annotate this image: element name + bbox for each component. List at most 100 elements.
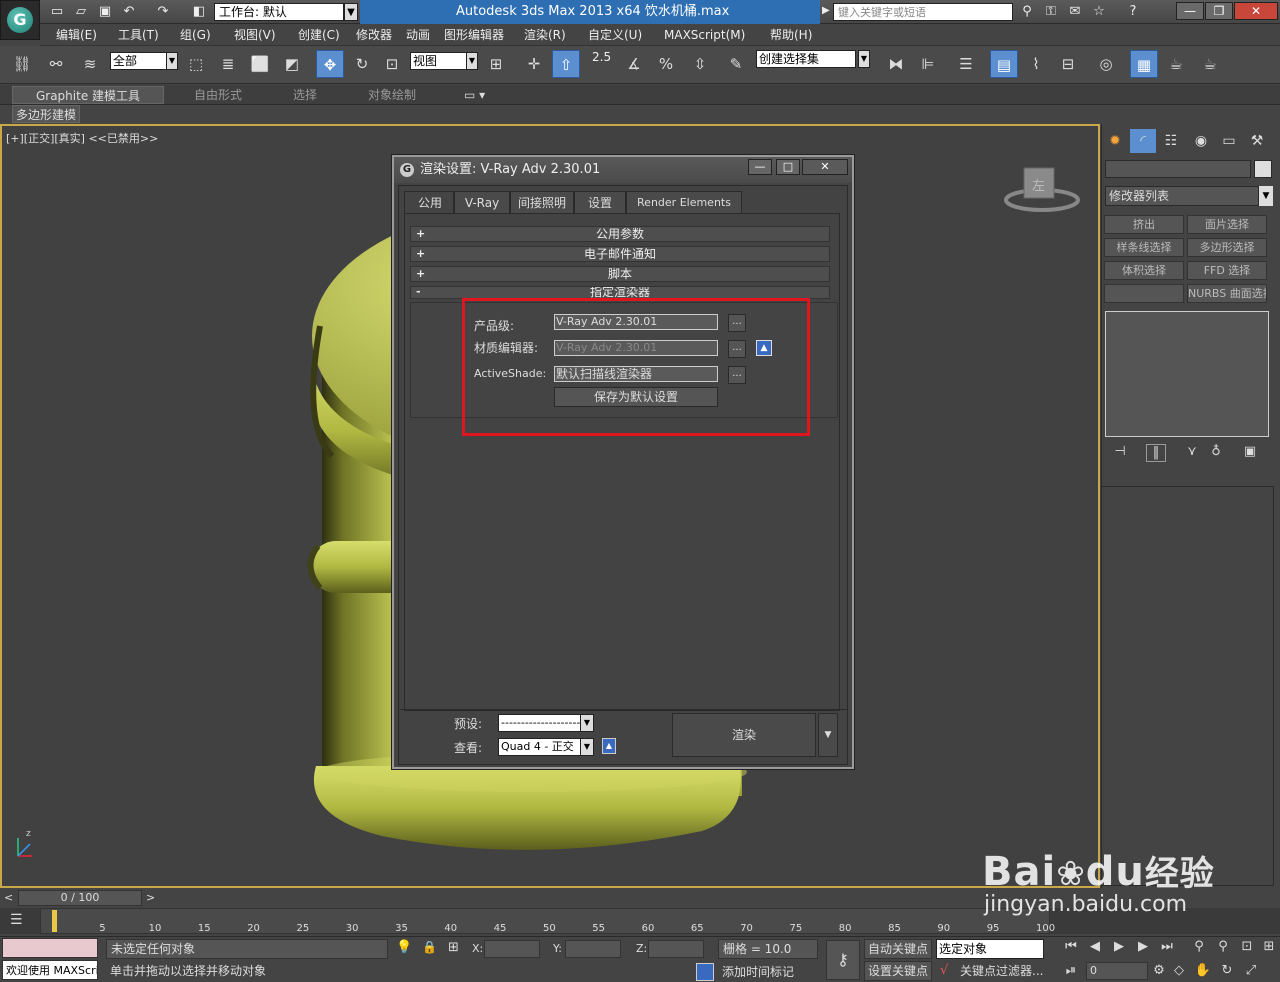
menu-graph-editors[interactable]: 图形编辑器 [444, 25, 504, 45]
unlink-icon[interactable]: ⚯ [42, 50, 70, 78]
tab-selection[interactable]: 选择 [293, 86, 317, 104]
time-tag-icon[interactable] [696, 963, 714, 981]
ffd-select-button[interactable]: FFD 选择 [1187, 261, 1267, 280]
maxscript-welcome-field[interactable]: 欢迎使用 MAXScri [2, 960, 98, 980]
patch-select-button[interactable]: 面片选择 [1187, 215, 1267, 234]
time-configuration-icon[interactable]: ⚙ [1150, 962, 1168, 980]
utilities-tab-icon[interactable]: ⚒ [1244, 129, 1270, 153]
communication-icon[interactable]: ✉ [1066, 3, 1084, 21]
tab-settings[interactable]: 设置 [574, 191, 626, 213]
snap-toggle-label[interactable]: 2.5 [592, 50, 611, 64]
view-select[interactable]: Quad 4 - 正交 [498, 738, 582, 756]
y-coordinate-field[interactable] [565, 940, 621, 958]
layer-manager-icon[interactable]: ☰ [952, 50, 980, 78]
key-mode-select[interactable]: 选定对象 [936, 939, 1044, 959]
render-options-arrow[interactable]: ▼ [818, 713, 838, 757]
make-unique-icon[interactable]: ⋎ [1182, 444, 1202, 462]
render-setup-icon[interactable]: ▦ [1130, 50, 1158, 78]
empty-modifier-button[interactable] [1104, 284, 1184, 303]
help-icon[interactable]: ? [1124, 3, 1142, 21]
favorites-star-icon[interactable]: ☆ [1090, 3, 1108, 21]
menu-views[interactable]: 视图(V) [234, 25, 276, 45]
select-manipulate-icon[interactable]: ✛ [520, 50, 548, 78]
zoom-all-icon[interactable]: ⚲ [1214, 938, 1232, 956]
time-slider[interactable]: 0 / 100 [18, 890, 142, 906]
selection-filter-select[interactable]: 全部 [110, 52, 168, 70]
window-crossing-icon[interactable]: ◩ [278, 50, 306, 78]
pin-stack-icon[interactable]: ⊣ [1110, 444, 1130, 462]
menu-maxscript[interactable]: MAXScript(M) [664, 25, 745, 45]
preset-select[interactable]: -------------------- [498, 714, 582, 732]
keyboard-shortcut-override-icon[interactable]: ⇧ [552, 50, 580, 78]
maxscript-listener-mini[interactable] [2, 938, 98, 958]
select-and-link-icon[interactable]: ⛓ [8, 50, 36, 78]
time-next-icon[interactable]: > [146, 891, 155, 904]
tab-vray[interactable]: V-Ray [454, 191, 510, 213]
redo-icon[interactable]: ↷ [154, 3, 172, 21]
minimize-window-button[interactable]: — [1176, 2, 1204, 20]
tab-common[interactable]: 公用 [404, 191, 454, 213]
render-button[interactable]: 渲染 [672, 713, 816, 757]
edit-named-selection-icon[interactable]: ✎ [722, 50, 750, 78]
next-frame-icon[interactable]: ▶ [1134, 938, 1152, 956]
percent-snap-icon[interactable]: % [652, 50, 680, 78]
workspace-dropdown-arrow[interactable]: ▼ [344, 3, 358, 21]
search-input[interactable]: 键入关键字或短语 [833, 3, 1013, 21]
previous-frame-icon[interactable]: ◀ [1086, 938, 1104, 956]
go-to-start-icon[interactable]: ⏮ [1062, 938, 1080, 956]
menu-help[interactable]: 帮助(H) [770, 25, 812, 45]
preset-dropdown-arrow[interactable]: ▼ [580, 714, 594, 732]
key-filters-button[interactable]: 关键点过滤器... [960, 962, 1043, 980]
menu-edit[interactable]: 编辑(E) [56, 25, 97, 45]
named-selection-set-arrow[interactable]: ▼ [858, 50, 870, 68]
time-prev-icon[interactable]: < [4, 891, 13, 904]
save-file-icon[interactable]: ▣ [96, 3, 114, 21]
select-by-name-icon[interactable]: ≣ [214, 50, 242, 78]
play-icon[interactable]: ▶ [1110, 938, 1128, 956]
zoom-extents-icon[interactable]: ⊡ [1238, 938, 1256, 956]
key-icon[interactable]: ⚿ [1042, 3, 1060, 21]
curve-editor-icon[interactable]: ⌇ [1022, 50, 1050, 78]
maximize-viewport-icon[interactable]: ⤢ [1242, 962, 1260, 980]
material-editor-icon[interactable]: ◎ [1092, 50, 1120, 78]
spline-select-button[interactable]: 样条线选择 [1104, 238, 1184, 257]
set-key-button[interactable]: 设置关键点 [864, 961, 932, 981]
go-to-end-icon[interactable]: ⏭ [1158, 938, 1176, 956]
ribbon-options-icon[interactable]: ▭ ▾ [464, 86, 485, 104]
remove-modifier-icon[interactable]: ♁ [1206, 444, 1226, 462]
z-coordinate-field[interactable] [648, 940, 704, 958]
hierarchy-tab-icon[interactable]: ☷ [1158, 129, 1184, 153]
orbit-icon[interactable]: ↻ [1218, 962, 1236, 980]
angle-snap-icon[interactable]: ∡ [620, 50, 648, 78]
tab-indirect-illumination[interactable]: 间接照明 [510, 191, 574, 213]
motion-tab-icon[interactable]: ◉ [1188, 129, 1214, 153]
rollout-common-parameters[interactable]: + 公用参数 [410, 226, 830, 242]
display-tab-icon[interactable]: ▭ [1216, 129, 1242, 153]
current-frame-field[interactable]: 0 [1086, 962, 1148, 980]
rendered-frame-window-icon[interactable]: ☕ [1162, 50, 1190, 78]
menu-tools[interactable]: 工具(T) [118, 25, 159, 45]
render-production-icon[interactable]: ☕ [1196, 50, 1224, 78]
restore-window-button[interactable]: ❐ [1205, 2, 1233, 20]
menu-rendering[interactable]: 渲染(R) [524, 25, 566, 45]
mirror-icon[interactable]: ⧓ [882, 50, 910, 78]
polygon-modeling-panel[interactable]: 多边形建模 [12, 105, 80, 123]
absolute-mode-icon[interactable]: ⊞ [448, 940, 459, 955]
pan-icon[interactable]: ✋ [1194, 962, 1212, 980]
tab-render-elements[interactable]: Render Elements [626, 191, 742, 213]
tab-object-paint[interactable]: 对象绘制 [368, 86, 416, 104]
object-color-swatch[interactable] [1254, 160, 1272, 178]
menu-create[interactable]: 创建(C) [298, 25, 340, 45]
rectangular-selection-icon[interactable]: ⬜ [246, 50, 274, 78]
create-tab-icon[interactable]: ✹ [1102, 129, 1128, 153]
graphite-toggle-icon[interactable]: ▤ [990, 50, 1018, 78]
isolate-selection-icon[interactable]: 💡 [396, 940, 412, 955]
configure-modifier-sets-icon[interactable]: ▣ [1240, 444, 1260, 462]
dialog-close-button[interactable]: ✕ [802, 159, 848, 175]
bind-space-warp-icon[interactable]: ≋ [76, 50, 104, 78]
pivot-center-icon[interactable]: ⊞ [482, 50, 510, 78]
select-and-scale-icon[interactable]: ⊡ [378, 50, 406, 78]
schematic-view-icon[interactable]: ⊟ [1054, 50, 1082, 78]
object-name-field[interactable] [1105, 160, 1251, 178]
view-dropdown-arrow[interactable]: ▼ [580, 738, 594, 756]
